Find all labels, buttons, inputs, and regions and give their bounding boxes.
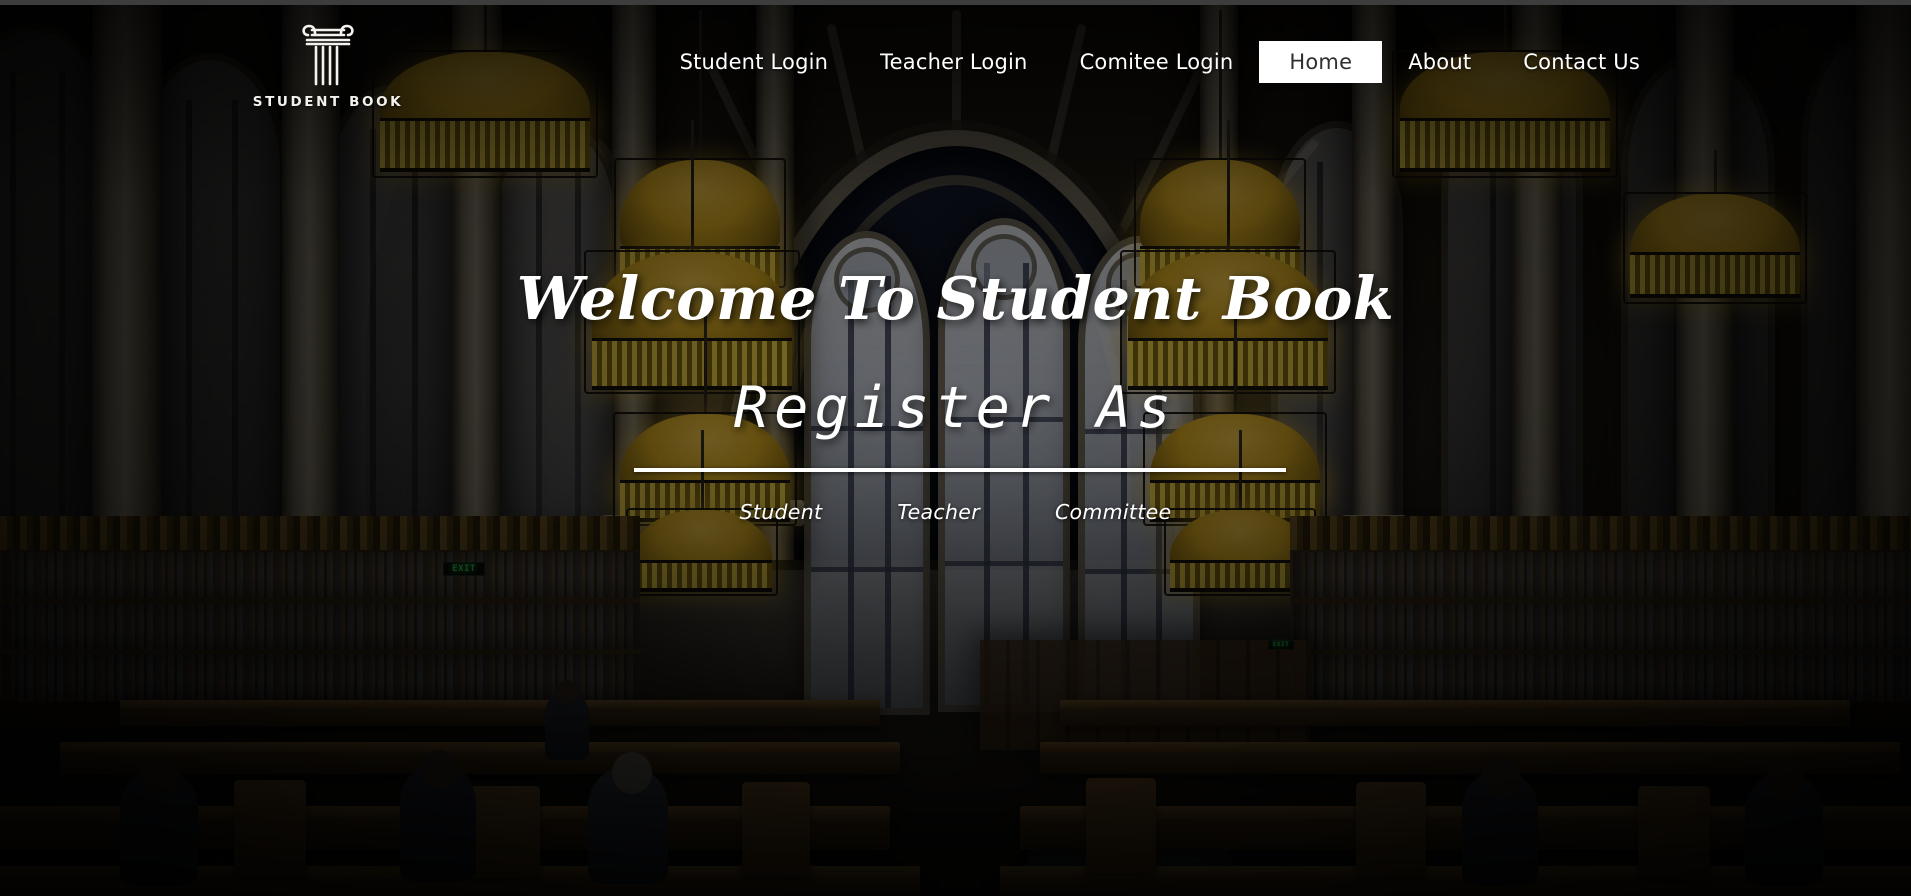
nav-item: Home <box>1259 41 1383 84</box>
register-as-teacher[interactable]: Teacher <box>897 500 980 524</box>
library-background-image: EXIT EXIT <box>0 0 1911 896</box>
ionic-column-icon <box>302 24 354 86</box>
register-options-group: Student Teacher Committee <box>0 500 1911 524</box>
main-navigation: Student Book Student Login Teacher Login… <box>0 0 1911 120</box>
brand-logo-link[interactable]: Student Book <box>248 22 408 110</box>
nav-about[interactable]: About <box>1382 43 1497 81</box>
register-as-committee[interactable]: Committee <box>1055 500 1172 524</box>
welcome-heading: Welcome To Student Book <box>516 264 1395 333</box>
nav-student-login[interactable]: Student Login <box>654 43 855 81</box>
nav-item: Student Login <box>654 43 855 81</box>
register-as-heading: Register As <box>733 375 1178 441</box>
nav-item: Comitee Login <box>1054 43 1260 81</box>
nav-comitee-login[interactable]: Comitee Login <box>1054 43 1260 81</box>
nav-item: Contact Us <box>1497 43 1666 81</box>
register-divider <box>634 468 1286 472</box>
scene-dark-overlay <box>0 0 1911 896</box>
nav-item: About <box>1382 43 1497 81</box>
nav-home[interactable]: Home <box>1259 41 1383 84</box>
register-as-student[interactable]: Student <box>740 500 823 524</box>
hero-section: EXIT EXIT <box>0 0 1911 896</box>
nav-item: Teacher Login <box>854 43 1053 81</box>
brand-name: Student Book <box>252 94 404 110</box>
nav-contact-us[interactable]: Contact Us <box>1497 43 1666 81</box>
browser-chrome-strip <box>0 0 1911 5</box>
nav-links-list: Student Login Teacher Login Comitee Logi… <box>654 41 1666 84</box>
nav-teacher-login[interactable]: Teacher Login <box>854 43 1053 81</box>
